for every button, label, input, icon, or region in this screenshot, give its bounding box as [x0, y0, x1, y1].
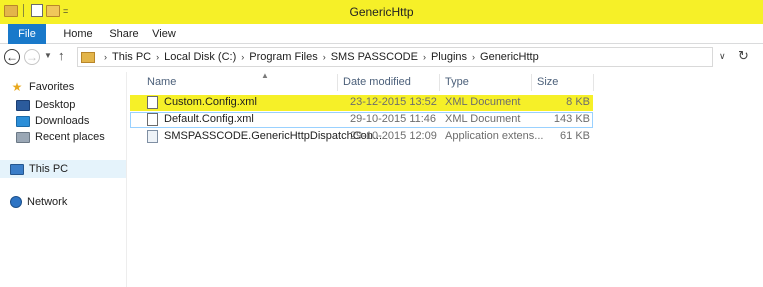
breadcrumb-separator[interactable]: ›: [156, 52, 159, 62]
sort-ascending-icon: ▲: [261, 71, 269, 80]
address-bar[interactable]: › This PC › Local Disk (C:) › Program Fi…: [77, 47, 713, 67]
up-button[interactable]: ↑: [58, 48, 65, 63]
column-resize-handle[interactable]: [337, 74, 338, 91]
file-row-custom-config[interactable]: Custom.Config.xml 23-12-2015 13:52 XML D…: [130, 95, 593, 111]
computer-icon: [10, 163, 24, 175]
nav-downloads[interactable]: Downloads: [16, 115, 89, 127]
column-header-date[interactable]: Date modified: [343, 72, 411, 92]
title-bar: = GenericHttp: [0, 0, 763, 24]
file-size: 61 KB: [560, 130, 590, 142]
recent-places-icon: [16, 131, 30, 143]
tab-home[interactable]: Home: [58, 24, 98, 44]
nav-network-label: Network: [27, 196, 68, 208]
file-name: Custom.Config.xml: [164, 96, 257, 108]
nav-downloads-label: Downloads: [35, 115, 90, 127]
file-date: 29-10-2015 11:46: [350, 113, 437, 125]
file-row-dispatch-dll[interactable]: SMSPASSCODE.GenericHttpDispatchCon... 29…: [130, 129, 593, 145]
nav-recent-label: Recent places: [35, 131, 105, 143]
nav-this-pc[interactable]: This PC: [10, 163, 68, 175]
tab-file[interactable]: File: [8, 24, 46, 44]
breadcrumb-local-disk[interactable]: Local Disk (C:): [164, 51, 236, 63]
folder-icon: [81, 51, 95, 63]
column-header-type[interactable]: Type: [445, 72, 469, 92]
tab-share[interactable]: Share: [106, 24, 142, 44]
column-resize-handle[interactable]: [439, 74, 440, 91]
file-list: Name ▲ Date modified Type Size Custom.Co…: [127, 71, 763, 287]
file-size: 143 KB: [553, 113, 590, 125]
column-resize-handle[interactable]: [593, 74, 594, 91]
network-icon: [10, 196, 22, 208]
nav-favorites[interactable]: ★ Favorites: [10, 80, 75, 94]
application-extension-icon: [147, 130, 158, 143]
desktop-icon: [16, 99, 30, 111]
file-name: Default.Config.xml: [164, 113, 254, 125]
forward-button[interactable]: →: [24, 49, 40, 65]
file-row-default-config[interactable]: Default.Config.xml 29-10-2015 11:46 XML …: [130, 112, 593, 128]
address-row: ← → ▼ ↑ › This PC › Local Disk (C:) › Pr…: [0, 45, 763, 71]
nav-favorites-label: Favorites: [29, 81, 75, 93]
nav-desktop[interactable]: Desktop: [16, 99, 75, 111]
column-name-label: Name: [147, 76, 177, 88]
file-date: 23-12-2015 13:52: [350, 96, 437, 108]
breadcrumb-sms-passcode[interactable]: SMS PASSCODE: [331, 51, 418, 63]
xml-file-icon: [147, 96, 158, 109]
nav-network[interactable]: Network: [10, 196, 67, 208]
breadcrumb-separator[interactable]: ›: [323, 52, 326, 62]
address-dropdown-icon[interactable]: ∨: [719, 51, 726, 62]
breadcrumb-plugins[interactable]: Plugins: [431, 51, 467, 63]
column-header-size[interactable]: Size: [537, 72, 558, 92]
xml-file-icon: [147, 113, 158, 126]
column-header-name[interactable]: Name ▲: [147, 71, 269, 92]
breadcrumb-separator[interactable]: ›: [472, 52, 475, 62]
file-type: XML Document: [445, 96, 521, 108]
refresh-icon[interactable]: ↻: [738, 48, 749, 64]
nav-desktop-label: Desktop: [35, 99, 76, 111]
breadcrumb-separator[interactable]: ›: [241, 52, 244, 62]
breadcrumb-separator[interactable]: ›: [423, 52, 426, 62]
column-resize-handle[interactable]: [531, 74, 532, 91]
navigation-pane: ★ Favorites Desktop Downloads Recent pla…: [0, 72, 126, 287]
breadcrumb-generichttp[interactable]: GenericHttp: [480, 51, 539, 63]
star-icon: ★: [11, 80, 23, 94]
back-button[interactable]: ←: [4, 49, 20, 65]
recent-locations-icon[interactable]: ▼: [44, 51, 52, 60]
breadcrumb-program-files[interactable]: Program Files: [249, 51, 317, 63]
window-title: GenericHttp: [349, 5, 414, 19]
breadcrumb-separator[interactable]: ›: [104, 52, 107, 62]
tab-view[interactable]: View: [147, 24, 181, 44]
ribbon-tabs: File Home Share View: [0, 24, 763, 44]
file-type: Application extens...: [445, 130, 544, 142]
breadcrumb-this-pc[interactable]: This PC: [112, 51, 151, 63]
file-date: 29-10-2015 12:09: [350, 130, 437, 142]
downloads-icon: [16, 115, 30, 127]
nav-recent-places[interactable]: Recent places: [16, 131, 105, 143]
file-type: XML Document: [445, 113, 521, 125]
file-size: 8 KB: [566, 96, 590, 108]
nav-this-pc-label: This PC: [29, 163, 69, 175]
